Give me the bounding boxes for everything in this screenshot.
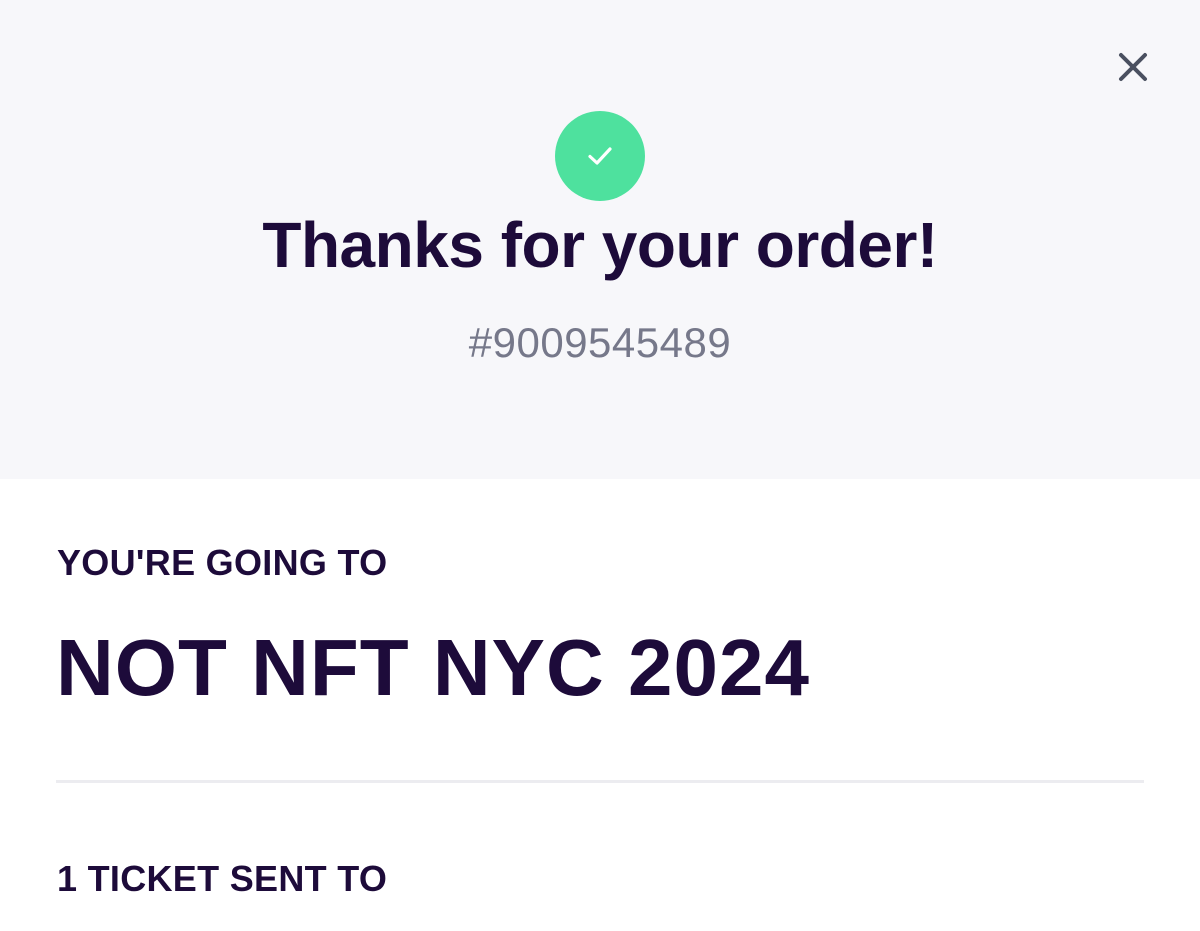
page-title: Thanks for your order! — [262, 209, 938, 281]
confirmation-header: Thanks for your order! #9009545489 — [0, 0, 1200, 479]
order-confirmation-page: Thanks for your order! #9009545489 YOU'R… — [0, 0, 1200, 931]
close-button[interactable] — [1104, 38, 1162, 96]
tickets-section-label: 1 TICKET SENT TO — [57, 858, 388, 899]
check-icon — [588, 147, 612, 165]
event-name: NOT NFT NYC 2024 — [56, 623, 810, 712]
event-section-label: YOU'RE GOING TO — [57, 542, 388, 583]
order-number: #9009545489 — [468, 319, 732, 366]
divider — [56, 780, 1144, 783]
close-icon — [1119, 53, 1147, 81]
success-badge — [555, 111, 645, 201]
